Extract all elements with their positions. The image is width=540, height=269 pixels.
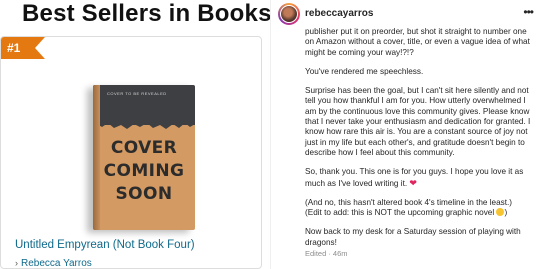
rank-badge: #1: [1, 37, 45, 59]
amazon-panel: Best Sellers in Books #1 COVER TO BE REV…: [0, 0, 271, 269]
caption-paragraph: You've rendered me speechless.: [305, 66, 424, 76]
heart-icon: ❤: [409, 177, 417, 188]
cover-line-3: SOON: [115, 184, 173, 204]
best-sellers-heading: Best Sellers in Books: [22, 0, 272, 27]
smiley-emoji-icon: [496, 208, 505, 217]
avatar-photo: [280, 5, 298, 23]
cover-torn-edge: [93, 119, 195, 129]
post-header: rebeccayarros •••: [271, 0, 540, 26]
username-link[interactable]: rebeccayarros: [305, 8, 373, 19]
caption-paragraph: So, thank you. This one is for you guys.…: [305, 167, 531, 189]
book-cover-image[interactable]: COVER TO BE REVEALED COVER COMING SOON: [93, 85, 195, 230]
avatar[interactable]: [278, 3, 300, 25]
cover-line-2: COMING: [103, 161, 185, 181]
caption-paragraph: Now back to my desk for a Saturday sessi…: [305, 227, 521, 247]
instagram-panel: rebeccayarros ••• publisher put it on pr…: [270, 0, 540, 269]
product-card[interactable]: #1 COVER TO BE REVEALED COVER COMING SOO…: [0, 36, 262, 269]
cover-line-1: COVER: [110, 138, 178, 158]
caption-text: (And no, this hasn't altered book 4's ti…: [305, 197, 513, 207]
author-link[interactable]: › Rebecca Yarros: [15, 258, 92, 269]
cover-top-text: COVER TO BE REVEALED: [107, 91, 167, 96]
caption-paragraph: publisher put it on preorder, but shot i…: [305, 27, 530, 57]
author-name[interactable]: Rebecca Yarros: [21, 258, 92, 269]
more-horizontal-icon[interactable]: •••: [523, 5, 534, 19]
caption-paragraph: Surprise has been the goal, but I can't …: [305, 86, 531, 157]
caption-paragraph: (And no, this hasn't altered book 4's ti…: [305, 197, 513, 218]
caption-text: (Edit to add: this is NOT the upcoming g…: [305, 208, 495, 218]
chevron-right-icon: ›: [15, 258, 18, 268]
edited-timestamp: Edited · 46m: [305, 249, 348, 258]
cover-text: COVER COMING SOON: [93, 137, 195, 206]
book-title-link[interactable]: Untitled Empyrean (Not Book Four): [15, 239, 195, 251]
post-caption: publisher put it on preorder, but shot i…: [305, 27, 531, 257]
